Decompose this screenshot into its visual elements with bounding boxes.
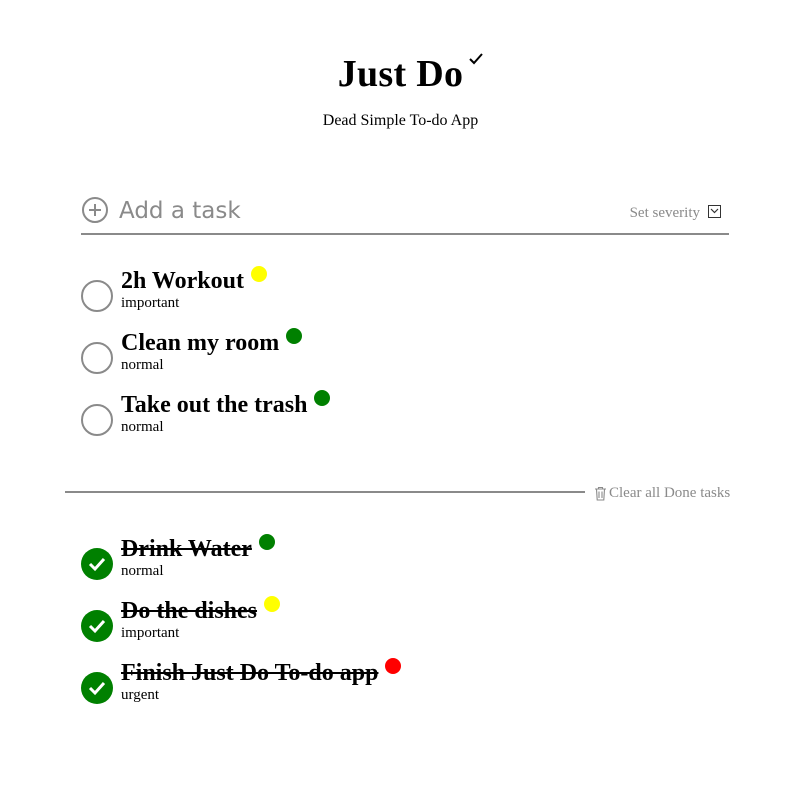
check-icon [88, 681, 106, 696]
task-title: Finish Just Do To-do app [121, 658, 402, 688]
task-title: 2h Workout [121, 266, 267, 296]
severity-select[interactable]: Set severity [630, 203, 721, 223]
done-divider [65, 491, 585, 493]
task-title-text: Finish Just Do To-do app [121, 660, 379, 686]
task-title: Take out the trash [121, 390, 331, 420]
task-checkbox[interactable] [81, 342, 113, 374]
task-severity: important [121, 625, 180, 641]
app-header: Just Do [0, 52, 801, 96]
plus-circle-icon[interactable] [81, 196, 109, 224]
task-severity: normal [121, 563, 164, 579]
add-task-input[interactable] [119, 195, 519, 227]
task-title: Clean my room [121, 328, 303, 358]
task-severity: normal [121, 419, 164, 435]
severity-dot [286, 328, 303, 344]
add-task-bar: Set severity [81, 193, 729, 235]
task-severity: normal [121, 357, 164, 373]
done-task-item: Finish Just Do To-do app urgent [81, 658, 721, 728]
severity-dot [258, 534, 275, 550]
task-item: Take out the trash normal [81, 390, 721, 460]
done-checkbox[interactable] [81, 610, 113, 642]
app-title: Just Do [337, 52, 484, 96]
clear-done-label: Clear all Done tasks [609, 484, 731, 501]
task-severity: important [121, 295, 180, 311]
task-title: Do the dishes [121, 596, 281, 626]
task-title: Drink Water [121, 534, 275, 564]
done-checkbox[interactable] [81, 672, 113, 704]
clear-done-button[interactable]: Clear all Done tasks [594, 483, 730, 503]
severity-dot [385, 658, 402, 674]
check-icon [469, 53, 484, 65]
task-title-text: 2h Workout [121, 268, 244, 294]
app-title-text: Just Do [337, 53, 464, 95]
task-title-text: Do the dishes [121, 598, 258, 624]
task-title-text: Drink Water [121, 536, 252, 562]
task-title-text: Clean my room [121, 330, 280, 356]
severity-label: Set severity [629, 204, 700, 221]
check-icon [88, 557, 106, 572]
trash-icon [595, 486, 606, 501]
severity-dot [314, 390, 331, 406]
task-title-text: Take out the trash [121, 392, 308, 418]
severity-dot [250, 266, 267, 282]
app-subtitle: Dead Simple To-do App [322, 112, 479, 129]
severity-dot [264, 596, 281, 612]
check-icon [88, 619, 106, 634]
task-checkbox[interactable] [81, 404, 113, 436]
chevron-down-icon [708, 204, 721, 218]
task-checkbox[interactable] [81, 280, 113, 312]
task-severity: urgent [121, 687, 160, 703]
done-checkbox[interactable] [81, 548, 113, 580]
